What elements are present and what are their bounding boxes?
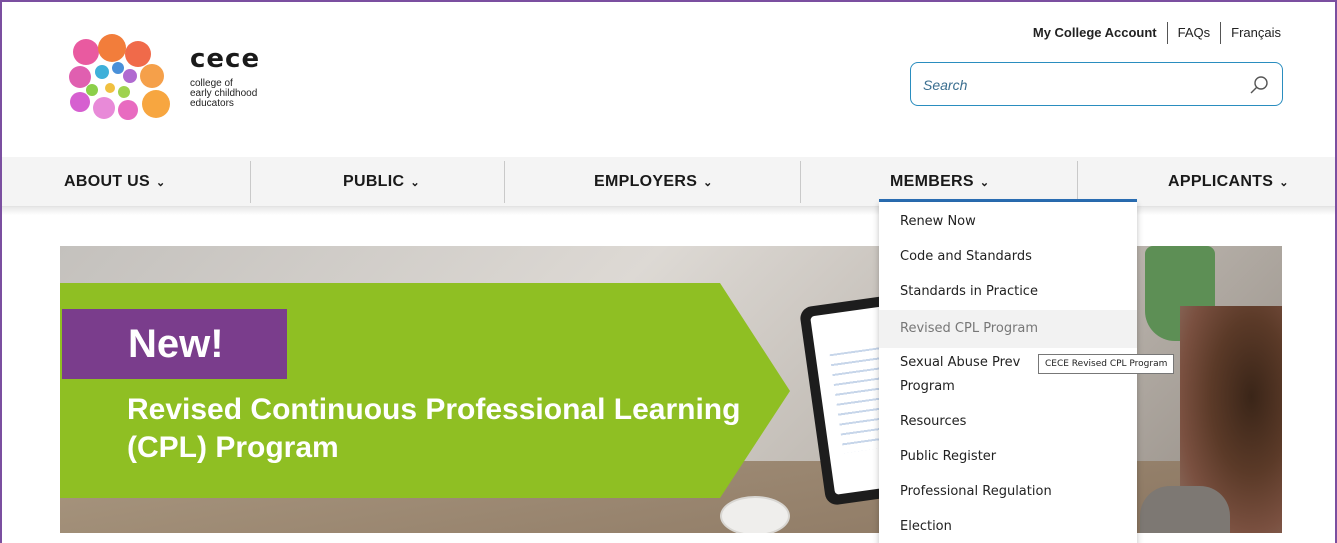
chevron-down-icon: ⌄ xyxy=(979,176,990,189)
menu-item-election[interactable]: Election xyxy=(879,515,1137,539)
banner-sleeve-image xyxy=(1140,486,1230,533)
nav-label: PUBLIC xyxy=(343,173,405,190)
nav-public[interactable]: PUBLIC ⌄ xyxy=(343,157,420,207)
utility-links: My College Account FAQs Français xyxy=(1023,22,1281,44)
logo-subtitle-line: educators xyxy=(190,98,234,109)
language-toggle-link[interactable]: Français xyxy=(1221,22,1281,44)
nav-divider xyxy=(1077,161,1078,203)
logo-bubbles-icon xyxy=(69,34,170,120)
tooltip: CECE Revised CPL Program xyxy=(1038,354,1175,374)
logo-wordmark: cece xyxy=(190,44,261,74)
banner-headline: Revised Continuous Professional Learning… xyxy=(127,393,741,464)
chevron-down-icon: ⌄ xyxy=(155,176,166,189)
nav-about-us[interactable]: ABOUT US ⌄ xyxy=(64,157,166,207)
page-frame: cece college of early childhood educator… xyxy=(0,0,1337,543)
menu-item-code-and-standards[interactable]: Code and Standards xyxy=(879,245,1137,269)
nav-label: MEMBERS xyxy=(890,173,974,190)
menu-item-revised-cpl-program[interactable]: Revised CPL Program xyxy=(879,310,1137,348)
banner-new-label: New! xyxy=(128,321,224,366)
chevron-down-icon: ⌄ xyxy=(1279,176,1289,189)
banner-new-tag: New! xyxy=(62,309,287,379)
search-icon[interactable] xyxy=(1248,74,1270,96)
menu-item-standards-in-practice[interactable]: Standards in Practice xyxy=(879,280,1137,304)
chevron-down-icon: ⌄ xyxy=(410,176,420,189)
search-input[interactable] xyxy=(923,73,1223,97)
nav-divider xyxy=(504,161,505,203)
nav-label: EMPLOYERS xyxy=(594,173,698,190)
menu-item-renew-now[interactable]: Renew Now xyxy=(879,210,1137,234)
menu-item-resources[interactable]: Resources xyxy=(879,410,1137,434)
search-box xyxy=(910,62,1283,106)
chevron-down-icon: ⌄ xyxy=(703,176,713,189)
menu-item-professional-regulation[interactable]: Professional Regulation xyxy=(879,480,1137,504)
cece-logo[interactable]: cece college of early childhood educator… xyxy=(66,32,306,127)
logo-subtitle: college of early childhood educators xyxy=(190,79,300,109)
nav-employers[interactable]: EMPLOYERS ⌄ xyxy=(594,157,713,207)
banner-cup-image xyxy=(720,496,790,533)
faqs-link[interactable]: FAQs xyxy=(1168,22,1222,44)
nav-divider xyxy=(800,161,801,203)
nav-divider xyxy=(250,161,251,203)
my-college-account-link[interactable]: My College Account xyxy=(1023,22,1168,44)
nav-label: APPLICANTS xyxy=(1168,173,1274,190)
menu-item-label-line: Program xyxy=(900,379,955,394)
menu-item-public-register[interactable]: Public Register xyxy=(879,445,1137,469)
nav-label: ABOUT US xyxy=(64,173,150,190)
nav-applicants[interactable]: APPLICANTS ⌄ xyxy=(1168,157,1289,207)
